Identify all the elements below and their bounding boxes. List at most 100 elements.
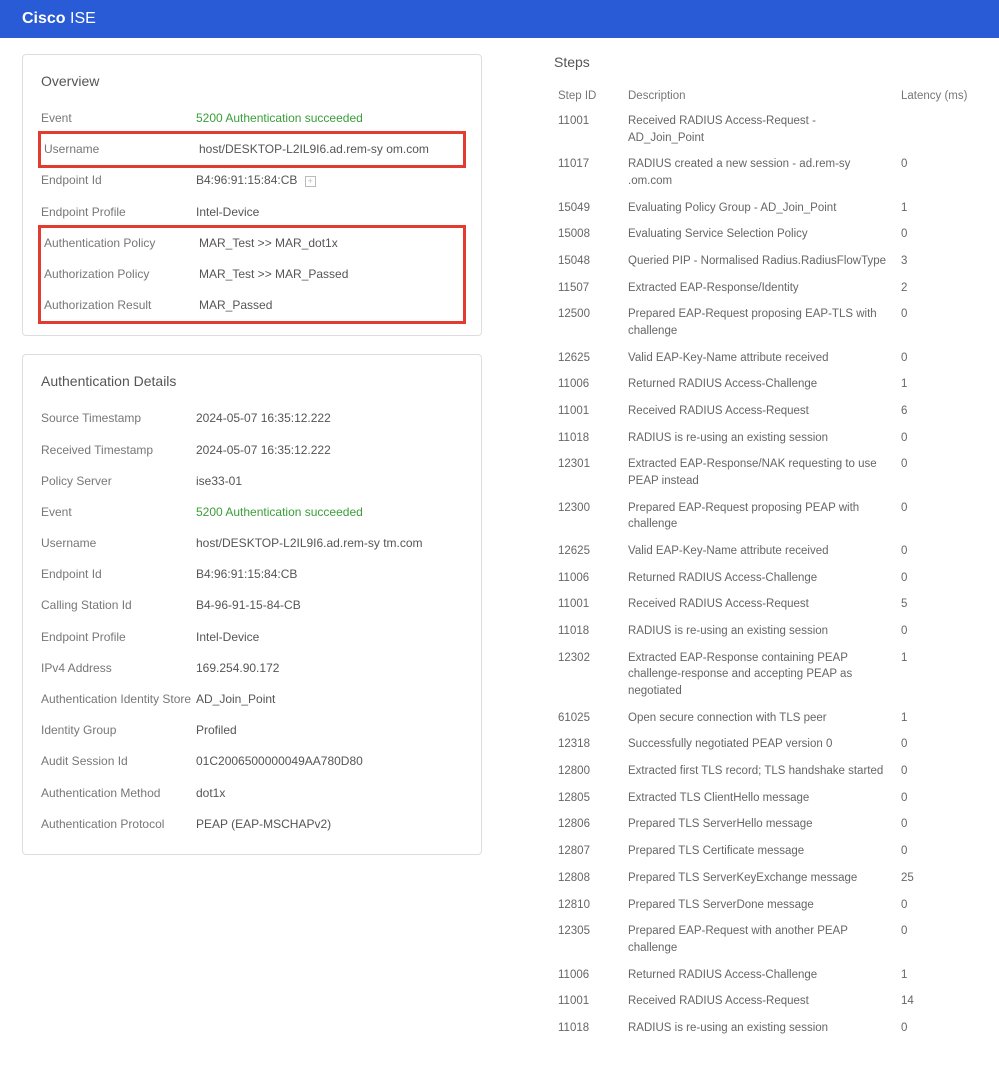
steps-row: 12500Prepared EAP-Request proposing EAP-…	[554, 301, 977, 344]
details-card: Authentication Details Source Timestamp2…	[22, 354, 482, 855]
steps-cell-desc: Prepared EAP-Request proposing EAP-TLS w…	[624, 301, 897, 344]
overview-username-label: Username	[44, 140, 199, 159]
steps-cell-stepid: 11018	[554, 1015, 624, 1042]
steps-cell-stepid: 12625	[554, 538, 624, 565]
steps-row: 15048Queried PIP - Normalised Radius.Rad…	[554, 248, 977, 275]
details-row-value: Intel-Device	[196, 628, 463, 647]
steps-row: 11017RADIUS created a new session - ad.r…	[554, 151, 977, 194]
steps-row: 12301Extracted EAP-Response/NAK requesti…	[554, 451, 977, 494]
overview-username-highlight: Username host/DESKTOP-L2IL9I6.ad.rem-sy …	[38, 131, 466, 168]
steps-cell-stepid: 11006	[554, 371, 624, 398]
brand-light: ISE	[70, 10, 96, 27]
steps-cell-stepid: 15048	[554, 248, 624, 275]
steps-cell-desc: Prepared TLS ServerHello message	[624, 811, 897, 838]
steps-title: Steps	[554, 54, 977, 70]
overview-authzresult-row: Authorization Result MAR_Passed	[41, 290, 463, 321]
steps-cell-desc: Evaluating Service Selection Policy	[624, 221, 897, 248]
steps-cell-latency: 1	[897, 371, 977, 398]
steps-row: 11006Returned RADIUS Access-Challenge1	[554, 371, 977, 398]
steps-cell-latency	[897, 108, 977, 151]
steps-header-stepid: Step ID	[554, 84, 624, 108]
details-row-value: B4:96:91:15:84:CB	[196, 565, 463, 584]
steps-row: 61025Open secure connection with TLS pee…	[554, 705, 977, 732]
steps-cell-desc: Received RADIUS Access-Request	[624, 988, 897, 1015]
steps-row: 12806Prepared TLS ServerHello message0	[554, 811, 977, 838]
steps-cell-stepid: 11507	[554, 275, 624, 302]
steps-cell-desc: Valid EAP-Key-Name attribute received	[624, 538, 897, 565]
details-row-label: Authentication Identity Store	[41, 690, 196, 709]
details-row: Source Timestamp2024-05-07 16:35:12.222	[41, 403, 463, 434]
steps-cell-stepid: 61025	[554, 705, 624, 732]
steps-cell-stepid: 12318	[554, 731, 624, 758]
steps-cell-desc: RADIUS is re-using an existing session	[624, 425, 897, 452]
steps-cell-desc: Queried PIP - Normalised Radius.RadiusFl…	[624, 248, 897, 275]
steps-cell-desc: Prepared TLS ServerDone message	[624, 892, 897, 919]
details-row-value: host/DESKTOP-L2IL9I6.ad.rem-sy tm.com	[196, 534, 463, 553]
overview-authpolicy-row: Authentication Policy MAR_Test >> MAR_do…	[41, 228, 463, 259]
steps-header-latency: Latency (ms)	[897, 84, 977, 108]
details-row-value: B4-96-91-15-84-CB	[196, 596, 463, 615]
details-row-label: Calling Station Id	[41, 596, 196, 615]
overview-card: Overview Event 5200 Authentication succe…	[22, 54, 482, 336]
steps-row: 11001Received RADIUS Access-Request14	[554, 988, 977, 1015]
details-row-label: Audit Session Id	[41, 752, 196, 771]
steps-cell-desc: Evaluating Policy Group - AD_Join_Point	[624, 195, 897, 222]
steps-row: 11018RADIUS is re-using an existing sess…	[554, 1015, 977, 1042]
overview-authpolicy-label: Authentication Policy	[44, 234, 199, 253]
details-row: Authentication Identity StoreAD_Join_Poi…	[41, 684, 463, 715]
details-row-value: 2024-05-07 16:35:12.222	[196, 441, 463, 460]
overview-endpointid-label: Endpoint Id	[41, 171, 196, 190]
steps-row: 12305Prepared EAP-Request with another P…	[554, 918, 977, 961]
details-row-value: 5200 Authentication succeeded	[196, 503, 463, 522]
overview-username-row: Username host/DESKTOP-L2IL9I6.ad.rem-sy …	[41, 134, 463, 165]
overview-endpointprofile-value: Intel-Device	[196, 203, 463, 222]
steps-row: 11507Extracted EAP-Response/Identity2	[554, 275, 977, 302]
details-row: Policy Serverise33-01	[41, 466, 463, 497]
steps-cell-latency: 0	[897, 1015, 977, 1042]
overview-authzpolicy-value: MAR_Test >> MAR_Passed	[199, 265, 460, 284]
steps-cell-latency: 0	[897, 892, 977, 919]
steps-cell-stepid: 12806	[554, 811, 624, 838]
steps-cell-stepid: 15008	[554, 221, 624, 248]
steps-cell-latency: 0	[897, 731, 977, 758]
details-row: Calling Station IdB4-96-91-15-84-CB	[41, 590, 463, 621]
steps-cell-desc: Prepared EAP-Request with another PEAP c…	[624, 918, 897, 961]
steps-cell-latency: 0	[897, 758, 977, 785]
steps-cell-latency: 0	[897, 785, 977, 812]
overview-authpolicy-value: MAR_Test >> MAR_dot1x	[199, 234, 460, 253]
details-row: Endpoint ProfileIntel-Device	[41, 622, 463, 653]
steps-cell-desc: Open secure connection with TLS peer	[624, 705, 897, 732]
overview-event-value: 5200 Authentication succeeded	[196, 109, 463, 128]
details-row: Event5200 Authentication succeeded	[41, 497, 463, 528]
steps-cell-desc: Returned RADIUS Access-Challenge	[624, 371, 897, 398]
overview-endpointid-row: Endpoint Id B4:96:91:15:84:CB +	[41, 165, 463, 196]
steps-cell-desc: Valid EAP-Key-Name attribute received	[624, 345, 897, 372]
steps-cell-latency: 0	[897, 838, 977, 865]
steps-cell-latency: 1	[897, 705, 977, 732]
steps-cell-latency: 0	[897, 301, 977, 344]
overview-title: Overview	[41, 73, 463, 89]
steps-row: 11006Returned RADIUS Access-Challenge1	[554, 962, 977, 989]
overview-policies-highlight: Authentication Policy MAR_Test >> MAR_do…	[38, 225, 466, 325]
steps-row: 11001Received RADIUS Access-Request5	[554, 591, 977, 618]
steps-cell-desc: RADIUS is re-using an existing session	[624, 1015, 897, 1042]
expand-plus-icon[interactable]: +	[305, 176, 316, 187]
details-row-label: Policy Server	[41, 472, 196, 491]
steps-cell-desc: Prepared EAP-Request proposing PEAP with…	[624, 495, 897, 538]
steps-cell-latency: 1	[897, 645, 977, 705]
steps-cell-latency: 1	[897, 195, 977, 222]
steps-cell-latency: 1	[897, 962, 977, 989]
steps-cell-latency: 2	[897, 275, 977, 302]
steps-cell-stepid: 11017	[554, 151, 624, 194]
steps-row: 12300Prepared EAP-Request proposing PEAP…	[554, 495, 977, 538]
details-row-label: Authentication Method	[41, 784, 196, 803]
steps-cell-stepid: 12810	[554, 892, 624, 919]
details-row-value: 01C2006500000049AA780D80	[196, 752, 463, 771]
steps-cell-desc: Received RADIUS Access-Request	[624, 398, 897, 425]
steps-cell-stepid: 11006	[554, 962, 624, 989]
steps-cell-stepid: 11001	[554, 591, 624, 618]
steps-cell-stepid: 12301	[554, 451, 624, 494]
steps-cell-desc: Extracted EAP-Response/NAK requesting to…	[624, 451, 897, 494]
steps-cell-stepid: 12800	[554, 758, 624, 785]
steps-row: 15008Evaluating Service Selection Policy…	[554, 221, 977, 248]
